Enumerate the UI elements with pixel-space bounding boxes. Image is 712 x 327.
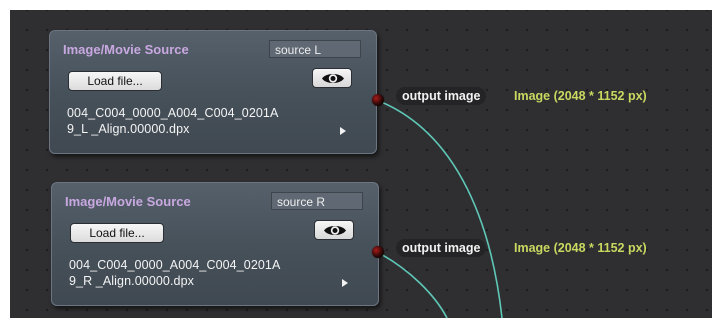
triangle-right-icon[interactable] bbox=[342, 279, 348, 287]
load-file-button[interactable]: Load file... bbox=[68, 71, 162, 91]
preview-toggle-button[interactable] bbox=[314, 220, 354, 240]
eye-icon bbox=[324, 226, 346, 235]
output-port-icon[interactable] bbox=[372, 94, 384, 106]
node-title: Image/Movie Source bbox=[65, 194, 191, 209]
source-node-r[interactable]: Image/Movie Source source R Load file...… bbox=[51, 182, 379, 306]
file-path-line-2: 9_R _Align.00000.dpx bbox=[69, 274, 195, 288]
wire-source-r bbox=[378, 252, 448, 318]
eye-icon bbox=[322, 74, 344, 83]
wire-source-l bbox=[378, 100, 503, 318]
file-path-line-1: 004_C004_0000_A004_C004_0201A bbox=[67, 106, 279, 120]
triangle-right-icon[interactable] bbox=[340, 127, 346, 135]
file-path-line-2: 9_L _Align.00000.dpx bbox=[67, 122, 190, 136]
node-title: Image/Movie Source bbox=[63, 42, 189, 57]
output-port-icon[interactable] bbox=[372, 246, 384, 258]
preview-toggle-button[interactable] bbox=[312, 68, 352, 88]
load-file-button[interactable]: Load file... bbox=[70, 223, 164, 243]
output-type-label: Image (2048 * 1152 px) bbox=[514, 241, 647, 255]
output-port-label: output image bbox=[396, 239, 487, 257]
node-name-field[interactable]: source L bbox=[269, 40, 361, 58]
output-type-label: Image (2048 * 1152 px) bbox=[514, 89, 647, 103]
node-graph-canvas[interactable]: Image/Movie Source source L Load file...… bbox=[10, 10, 712, 318]
output-port-label: output image bbox=[396, 87, 487, 105]
node-name-field[interactable]: source R bbox=[271, 192, 363, 210]
source-node-l[interactable]: Image/Movie Source source L Load file...… bbox=[49, 30, 377, 154]
file-path-line-1: 004_C004_0000_A004_C004_0201A bbox=[69, 258, 281, 272]
